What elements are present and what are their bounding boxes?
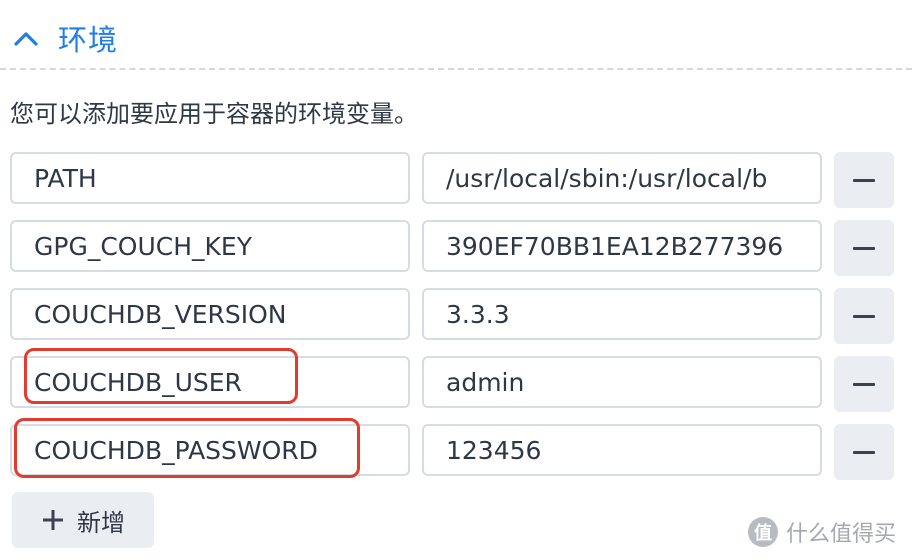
plus-icon (43, 510, 63, 530)
env-value-field[interactable]: /usr/local/sbin:/usr/local/b (422, 152, 822, 204)
chevron-up-icon[interactable] (12, 24, 40, 52)
remove-env-button[interactable] (834, 356, 894, 412)
section-description: 您可以添加要应用于容器的环境变量。 (10, 100, 418, 128)
env-key-field[interactable]: COUCHDB_VERSION (10, 288, 410, 340)
highlight-annotation-password (14, 418, 360, 478)
watermark-text: 什么值得买 (786, 522, 897, 547)
section-divider (0, 68, 912, 70)
env-key-field[interactable]: GPG_COUCH_KEY (10, 220, 410, 272)
minus-icon (853, 178, 875, 182)
minus-icon (853, 314, 875, 318)
add-env-button[interactable]: 新增 (12, 492, 154, 548)
watermark: 值 什么值得买 (748, 516, 896, 548)
env-row: PATH /usr/local/sbin:/usr/local/b (0, 152, 912, 208)
minus-icon (853, 382, 875, 386)
minus-icon (853, 246, 875, 250)
env-key-field[interactable]: PATH (10, 152, 410, 204)
remove-env-button[interactable] (834, 220, 894, 276)
env-row: COUCHDB_VERSION 3.3.3 (0, 288, 912, 344)
env-value-field[interactable]: admin (422, 356, 822, 408)
minus-icon (853, 450, 875, 454)
env-value-field[interactable]: 3.3.3 (422, 288, 822, 340)
env-value-field[interactable]: 390EF70BB1EA12B277396 (422, 220, 822, 272)
remove-env-button[interactable] (834, 288, 894, 344)
add-button-label: 新增 (77, 508, 125, 537)
section-header-environment[interactable]: 环境 (12, 14, 118, 62)
remove-env-button[interactable] (834, 424, 894, 480)
highlight-annotation-user (24, 348, 298, 404)
remove-env-button[interactable] (834, 152, 894, 208)
env-value-field[interactable]: 123456 (422, 424, 822, 476)
watermark-logo-icon: 值 (748, 517, 778, 547)
section-title: 环境 (58, 23, 119, 57)
env-row: GPG_COUCH_KEY 390EF70BB1EA12B277396 (0, 220, 912, 276)
